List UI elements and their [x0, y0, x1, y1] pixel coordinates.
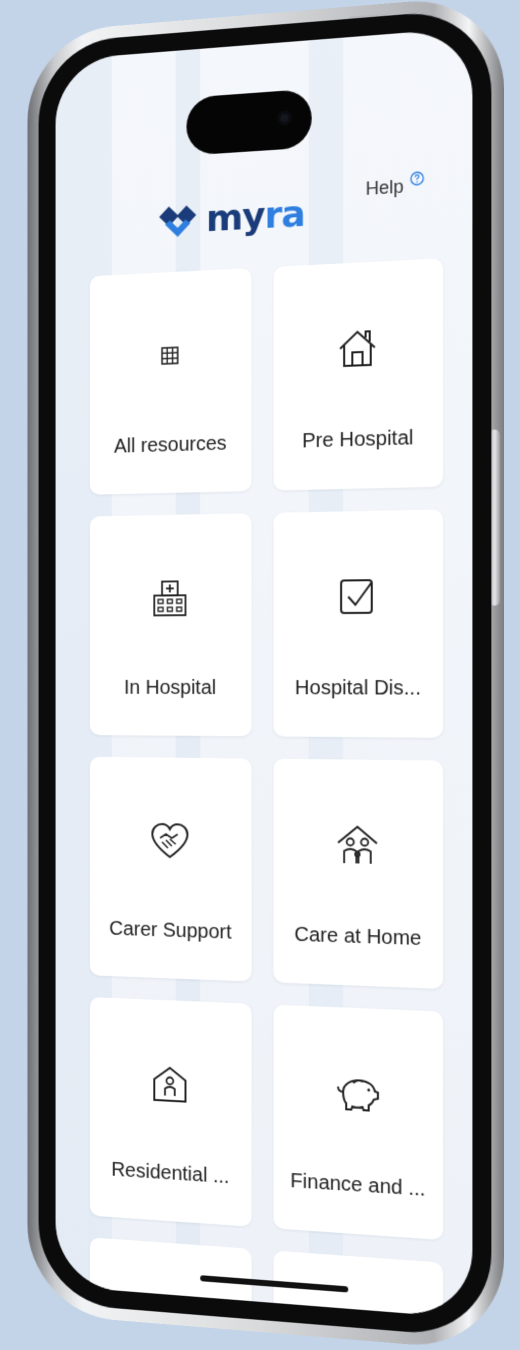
grid-icon: [148, 333, 191, 378]
tile-label: Finance and ...: [282, 1169, 435, 1202]
tile-label: Carer Support: [97, 917, 243, 945]
piggy-bank-icon: [335, 1070, 380, 1117]
tile-care-at-home[interactable]: Care at Home: [274, 759, 444, 989]
tile-pre-hospital[interactable]: Pre Hospital: [274, 258, 444, 490]
help-link[interactable]: Help: [366, 175, 425, 200]
phone-bezel: myra Help All resources Pre Hospital In …: [39, 7, 492, 1338]
tile-in-hospital[interactable]: In Hospital: [90, 513, 252, 736]
house-icon: [335, 325, 380, 372]
device-mockup: myra Help All resources Pre Hospital In …: [0, 0, 520, 1350]
help-label: Help: [366, 176, 404, 200]
tile-label: Residential ...: [97, 1158, 243, 1190]
category-grid: All resources Pre Hospital In Hospital H…: [90, 258, 443, 1318]
phone-frame: myra Help All resources Pre Hospital In …: [27, 0, 504, 1350]
tile-finance[interactable]: Finance and ...: [274, 1005, 444, 1241]
myra-logo-mark-icon: [155, 201, 200, 243]
logo-wordmark: myra: [206, 196, 305, 238]
app-screen: myra Help All resources Pre Hospital In …: [56, 27, 473, 1318]
tile-hospital-discharge[interactable]: Hospital Dis...: [274, 509, 444, 737]
tile-partial[interactable]: [90, 1237, 252, 1309]
person-house-icon: [148, 1061, 191, 1107]
dynamic-island: [186, 89, 311, 156]
tile-label: Hospital Dis...: [282, 677, 435, 701]
camera-icon: [278, 110, 292, 125]
tile-label: Pre Hospital: [282, 426, 435, 454]
heart-handshake-icon: [148, 819, 191, 864]
tile-label: All resources: [97, 432, 243, 459]
tile-label: Care at Home: [282, 923, 435, 951]
tile-carer-support[interactable]: Carer Support: [90, 757, 252, 982]
tile-residential[interactable]: Residential ...: [90, 997, 252, 1227]
checkbox-icon: [335, 574, 380, 619]
hospital-building-icon: [148, 576, 191, 620]
family-home-icon: [335, 822, 380, 868]
logo-text-my: my: [206, 196, 264, 240]
tile-label: In Hospital: [97, 677, 243, 700]
question-circle-icon: [410, 171, 425, 186]
tile-all-resources[interactable]: All resources: [90, 268, 252, 495]
logo-text-ra: ra: [265, 193, 305, 237]
myra-logo[interactable]: myra: [155, 194, 304, 243]
